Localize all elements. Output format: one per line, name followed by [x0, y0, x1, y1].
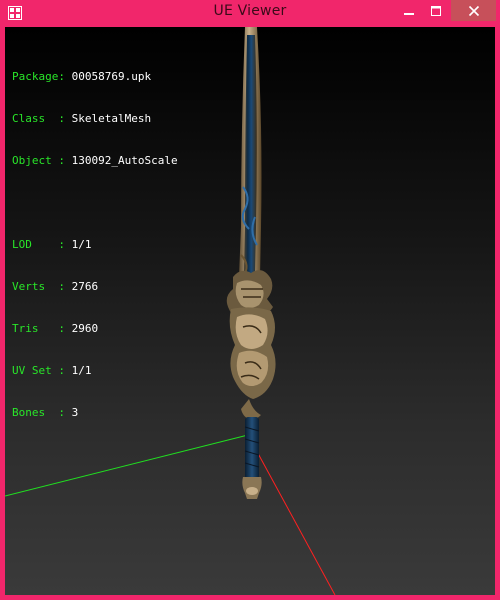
info-label: Class : [12, 112, 65, 125]
close-button[interactable] [451, 0, 496, 21]
minimize-icon [404, 12, 414, 15]
info-label: Package: [12, 70, 65, 83]
info-row-tris: Tris : 2960 [12, 322, 178, 336]
info-label: UV Set : [12, 364, 65, 377]
mesh-info-overlay: Package: 00058769.upk Class : SkeletalMe… [12, 42, 178, 448]
info-value: 3 [71, 406, 79, 419]
info-label: Bones : [12, 406, 65, 419]
app-window: UE Viewer Package: 00058769.upk Class: … [0, 0, 500, 600]
info-label: Verts : [12, 280, 65, 293]
info-row-uv-set: UV Set : 1/1 [12, 364, 178, 378]
info-value: 1/1 [71, 238, 92, 251]
info-value: 2766 [71, 280, 99, 293]
info-value: 130092_AutoScale [71, 154, 178, 167]
info-row-package: Package: 00058769.upk [12, 70, 178, 84]
3d-viewport[interactable]: Package: 00058769.upk Class : SkeletalMe… [5, 27, 495, 595]
info-label: Tris : [12, 322, 65, 335]
maximize-icon [431, 5, 441, 16]
info-row-verts: Verts : 2766 [12, 280, 178, 294]
sword-mesh [226, 27, 276, 499]
info-label: LOD : [12, 238, 65, 251]
info-spacer [12, 196, 178, 210]
minimize-button[interactable] [396, 0, 422, 21]
info-row-bones: Bones : 3 [12, 406, 178, 420]
info-row-lod: LOD : 1/1 [12, 238, 178, 252]
info-label: Object : [12, 154, 65, 167]
maximize-button[interactable] [423, 0, 449, 21]
info-value: 2960 [71, 322, 99, 335]
info-row-object: Object : 130092_AutoScale [12, 154, 178, 168]
close-icon [468, 5, 479, 16]
info-value: 1/1 [71, 364, 92, 377]
x-axis-line [247, 434, 336, 595]
info-row-class: Class : SkeletalMesh [12, 112, 178, 126]
info-value: SkeletalMesh [71, 112, 152, 125]
info-value: 00058769.upk [71, 70, 152, 83]
title-bar[interactable]: UE Viewer [0, 0, 500, 27]
